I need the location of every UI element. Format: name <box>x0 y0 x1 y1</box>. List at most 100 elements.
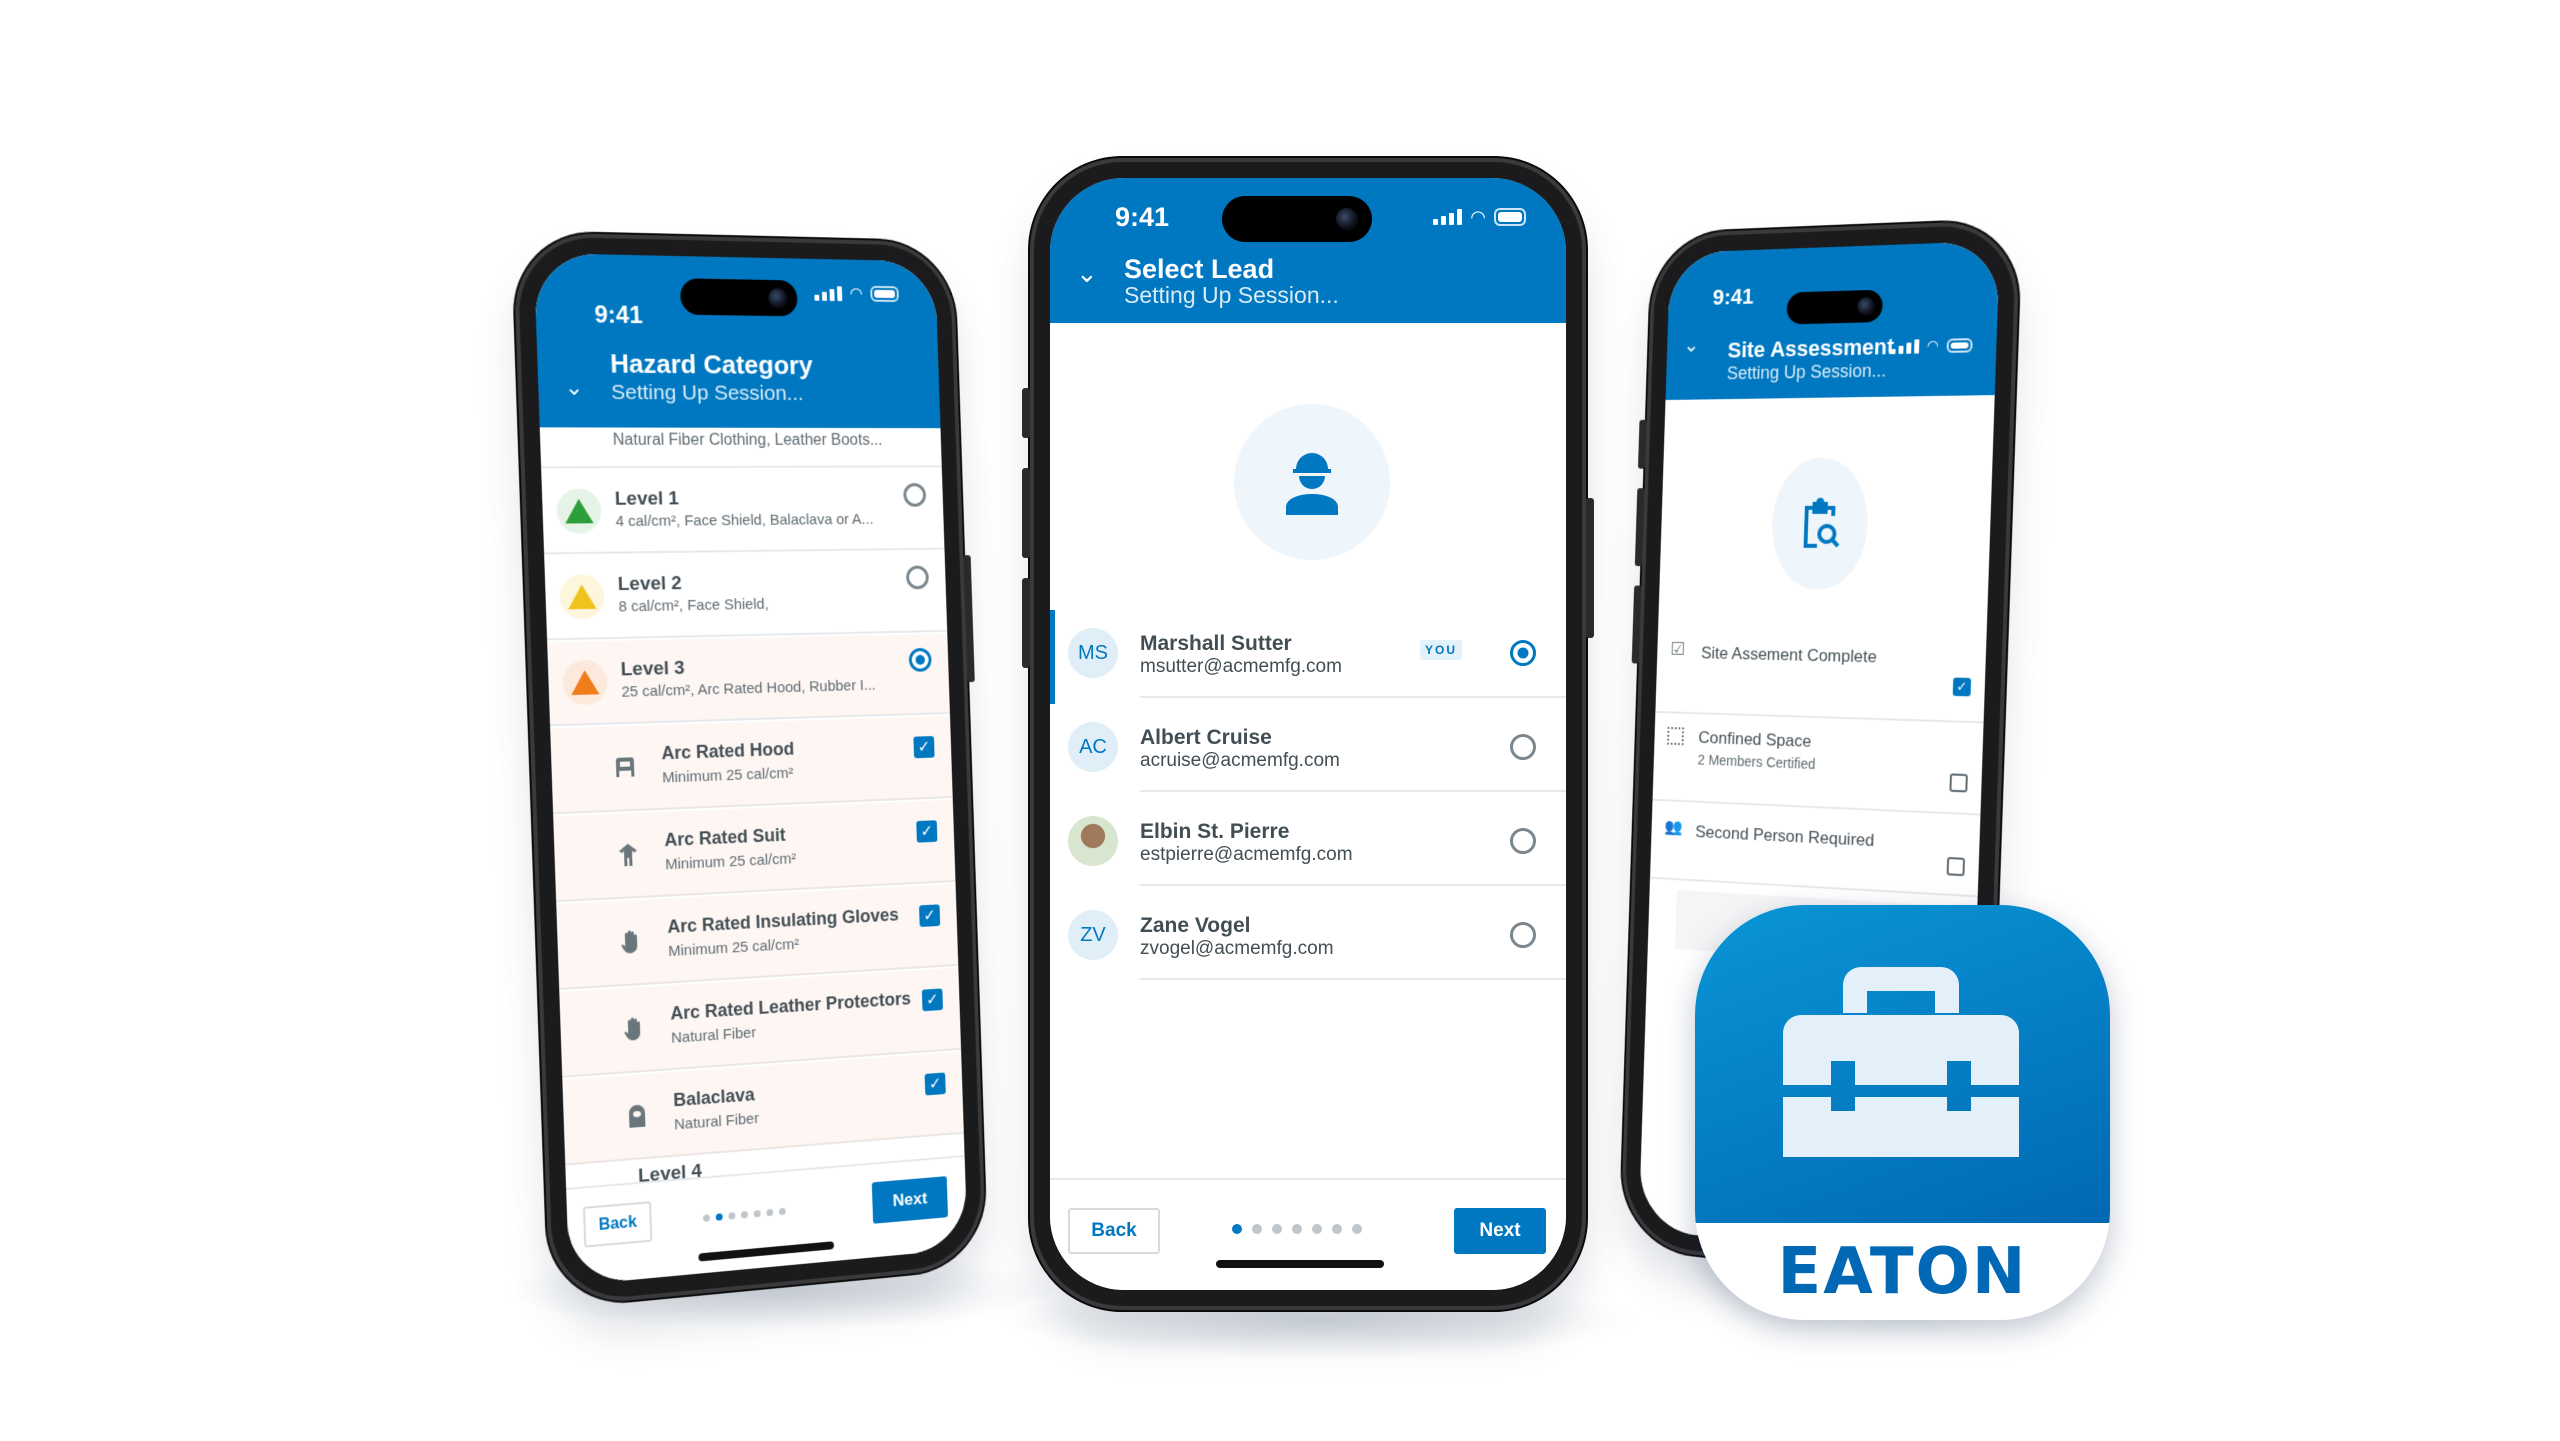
battery-icon <box>870 285 899 303</box>
signal-icon <box>1433 209 1463 225</box>
next-button[interactable]: Next <box>1454 1208 1546 1254</box>
step-indicator <box>702 1207 786 1222</box>
checklist-icon: ☑ <box>1669 638 1686 659</box>
level-title: Level 3 <box>620 657 686 681</box>
list-item-partial: Natural Fiber Clothing, Leather Boots... <box>539 427 942 469</box>
person-radio[interactable] <box>1510 828 1536 854</box>
ppe-title: Arc Rated Leather Protectors <box>670 988 912 1024</box>
item-title: Confined Space <box>1698 728 1812 751</box>
hazard-level-1-icon <box>556 488 603 534</box>
you-badge: YOU <box>1420 640 1462 660</box>
person-email: estpierre@acmemfg.com <box>1140 844 1353 865</box>
person-name: Marshall Sutter <box>1140 632 1292 655</box>
person-name: Zane Vogel <box>1140 914 1251 937</box>
battery-icon <box>1946 337 1973 353</box>
hood-icon <box>612 752 639 783</box>
step-dot <box>741 1210 749 1219</box>
avatar-photo <box>1068 816 1118 866</box>
divider <box>1140 978 1566 980</box>
person-list-item[interactable]: AC Albert Cruise acruise@acmemfg.com <box>1050 712 1566 806</box>
person-list-item[interactable]: Elbin St. Pierre estpierre@acmemfg.com <box>1050 806 1566 900</box>
step-dot <box>1292 1224 1302 1234</box>
back-button[interactable]: Back <box>1068 1208 1160 1254</box>
item-checkbox[interactable]: ✓ <box>1952 677 1972 697</box>
wifi-icon: ◠ <box>1926 336 1940 354</box>
next-button[interactable]: Next <box>871 1176 949 1224</box>
person-email: msutter@acmemfg.com <box>1140 656 1342 677</box>
ppe-checkbox[interactable]: ✓ <box>916 820 938 843</box>
worker-hardhat-icon <box>1234 404 1390 560</box>
status-icons: ◠ <box>814 283 899 304</box>
volume-down-button <box>1022 578 1030 668</box>
person-radio[interactable] <box>1510 922 1536 948</box>
step-dot <box>753 1209 761 1218</box>
ppe-item[interactable]: Arc Rated Hood Minimum 25 cal/cm² ✓ <box>550 715 953 815</box>
ppe-title: Arc Rated Insulating Gloves <box>667 904 900 937</box>
person-list-item[interactable]: MS Marshall Sutter msutter@acmemfg.com YOU <box>1050 610 1566 712</box>
ppe-checkbox[interactable]: ✓ <box>913 736 935 759</box>
level-2-radio[interactable] <box>905 565 930 590</box>
page-subtitle: Setting Up Session... <box>610 380 804 406</box>
step-dot <box>1332 1224 1342 1234</box>
list-item-level-3[interactable]: Level 3 25 cal/cm², Arc Rated Hood, Rubb… <box>547 633 950 727</box>
dynamic-island <box>679 278 798 317</box>
step-dot <box>1272 1224 1282 1234</box>
divider <box>1140 884 1566 886</box>
list-item-level-1[interactable]: Level 1 4 cal/cm², Face Shield, Balaclav… <box>541 469 945 555</box>
person-radio[interactable] <box>1510 640 1536 666</box>
back-button[interactable]: Back <box>582 1201 653 1248</box>
ppe-checkbox[interactable]: ✓ <box>921 988 944 1012</box>
ppe-subtitle: Minimum 25 cal/cm² <box>662 764 794 787</box>
marketing-composition: 9:41 ◠ ⌄ Hazard Category Setting Up Sess… <box>0 0 2560 1441</box>
chevron-down-icon[interactable]: ⌄ <box>1076 258 1098 289</box>
ppe-subtitle: Natural Fiber <box>670 1024 757 1047</box>
home-indicator <box>698 1241 835 1262</box>
ppe-title: Balaclava <box>673 1084 756 1111</box>
person-email: acruise@acmemfg.com <box>1140 750 1340 771</box>
page-title: Select Lead <box>1124 254 1275 284</box>
person-email: zvogel@acmemfg.com <box>1140 938 1334 959</box>
status-time: 9:41 <box>1115 202 1170 232</box>
level-3-radio[interactable] <box>908 647 932 672</box>
assessment-item[interactable]: 👥 Second Person Required <box>1649 802 1981 898</box>
eaton-app-icon[interactable]: EATON <box>1695 905 2110 1320</box>
selected-indicator <box>1050 610 1055 704</box>
level-1-radio[interactable] <box>903 483 927 507</box>
app-header: 9:41 ◠ ⌄ Hazard Category Setting Up Sess… <box>533 252 941 429</box>
status-time: 9:41 <box>594 301 644 330</box>
partial-item-text: Natural Fiber Clothing, Leather Boots... <box>612 431 883 449</box>
step-dot <box>702 1214 711 1222</box>
chevron-down-icon[interactable]: ⌄ <box>1683 333 1699 358</box>
avatar-initials: ZV <box>1068 910 1118 960</box>
people-icon: 👥 <box>1664 818 1683 837</box>
ppe-checkbox[interactable]: ✓ <box>924 1072 946 1096</box>
person-radio[interactable] <box>1510 734 1536 760</box>
toolbox-icon <box>1783 967 2019 1157</box>
list-item-level-2[interactable]: Level 2 8 cal/cm², Face Shield, <box>544 551 948 641</box>
step-dot <box>778 1207 786 1216</box>
app-icon-background <box>1695 905 2110 1223</box>
person-list-item[interactable]: ZV Zane Vogel zvogel@acmemfg.com <box>1050 900 1566 994</box>
ppe-checkbox[interactable]: ✓ <box>919 904 941 928</box>
home-indicator <box>1216 1260 1384 1268</box>
page-subtitle: Setting Up Session... <box>1726 360 1887 384</box>
person-name: Elbin St. Pierre <box>1140 820 1290 843</box>
item-checkbox[interactable] <box>1949 773 1968 793</box>
assessment-item[interactable]: Confined Space 2 Members Certified <box>1652 714 1984 816</box>
chevron-down-icon[interactable]: ⌄ <box>564 374 584 401</box>
item-title: Second Person Required <box>1695 822 1875 851</box>
volume-up-button <box>1634 488 1645 567</box>
app-header: 9:41 ◠ ⌄ Select Lead Setting Up Session.… <box>1050 178 1566 323</box>
page-title: Site Assessment <box>1727 333 1895 363</box>
balaclava-icon <box>624 1100 651 1132</box>
person-name: Albert Cruise <box>1140 726 1272 749</box>
assessment-item[interactable]: ☑ Site Assement Complete ✓ <box>1655 624 1987 724</box>
action-button <box>1637 419 1647 469</box>
ppe-title: Arc Rated Suit <box>664 824 786 851</box>
glove-icon <box>618 926 645 958</box>
step-dot <box>1352 1224 1362 1234</box>
wifi-icon: ◠ <box>1470 207 1486 227</box>
item-checkbox[interactable] <box>1946 856 1966 877</box>
signal-icon <box>814 285 843 301</box>
power-button <box>963 555 975 683</box>
